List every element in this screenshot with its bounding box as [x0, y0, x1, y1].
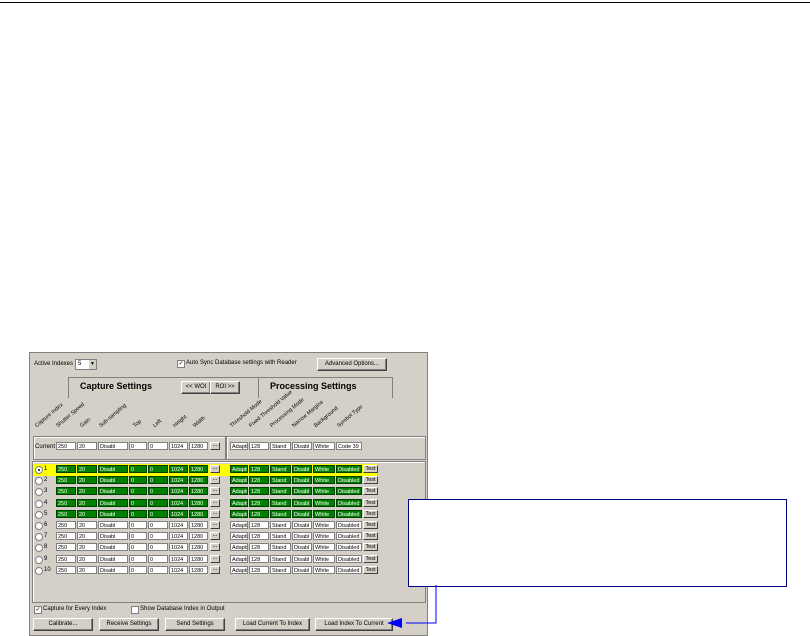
arrow-head	[387, 618, 402, 628]
arrow-line	[406, 585, 437, 624]
callout-arrow	[387, 585, 437, 628]
